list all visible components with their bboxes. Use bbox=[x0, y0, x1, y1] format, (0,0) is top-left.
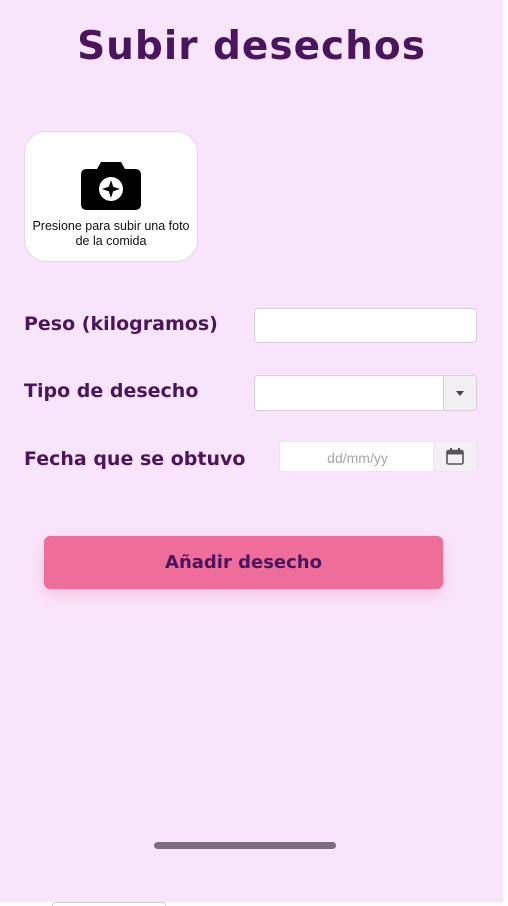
home-indicator[interactable] bbox=[154, 842, 336, 849]
select-dropdown-button[interactable] bbox=[443, 376, 476, 410]
chevron-down-icon bbox=[456, 391, 464, 396]
app-screen: Subir desechos Presione para subir una f… bbox=[0, 0, 503, 902]
camera-icon bbox=[81, 162, 141, 210]
date-placeholder: dd/mm/yy bbox=[327, 450, 388, 466]
add-waste-button[interactable]: Añadir desecho bbox=[44, 536, 443, 589]
date-picker-button[interactable] bbox=[433, 442, 476, 471]
date-input[interactable]: dd/mm/yy bbox=[279, 441, 477, 472]
date-label: Fecha que se obtuvo bbox=[24, 448, 246, 470]
photo-upload-button[interactable]: Presione para subir una foto de la comid… bbox=[24, 131, 198, 262]
browser-tab-edge bbox=[52, 902, 166, 906]
photo-upload-text: Presione para subir una foto de la comid… bbox=[32, 219, 190, 248]
waste-type-select[interactable] bbox=[254, 375, 477, 411]
weight-label: Peso (kilogramos) bbox=[24, 313, 218, 335]
page-title: Subir desechos bbox=[77, 24, 426, 69]
waste-type-label: Tipo de desecho bbox=[24, 380, 199, 402]
weight-input[interactable] bbox=[254, 308, 477, 343]
calendar-icon bbox=[446, 448, 464, 465]
